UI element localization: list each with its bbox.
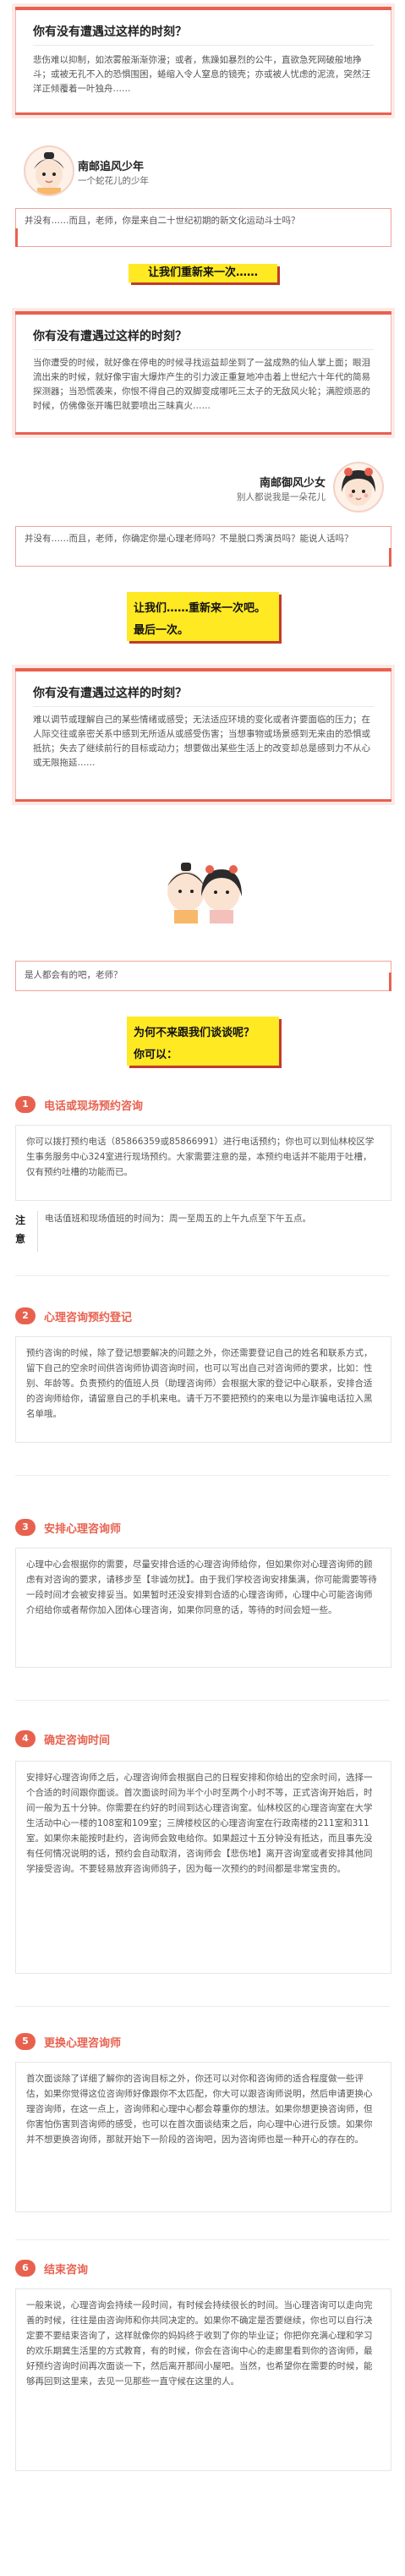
card-separator bbox=[33, 706, 374, 707]
section-number-badge: 2 bbox=[15, 1307, 36, 1324]
section-divider bbox=[15, 1275, 390, 1276]
chat-text: 并没有……而且，老师，你是来自二十世纪初期的新文化运动斗士吗？ bbox=[25, 216, 300, 226]
highlight-banner-2: 让我们……重新来一次吧。 最后一次。 bbox=[127, 592, 279, 641]
section-content-6: 一般来说，心理咨询会持续一段时间，有时候会持续很长的时间。当心理咨询可以走向完善… bbox=[15, 2288, 391, 2471]
section-title: 心理咨询预约登记 bbox=[44, 1312, 133, 1324]
chat-accent-bar bbox=[389, 548, 391, 567]
section-number-badge: 3 bbox=[15, 1519, 36, 1536]
card-title: 你有没有遭遇过这样的时刻？ bbox=[33, 330, 187, 343]
intro-card-1: 你有没有遭遇过这样的时刻？ 悲伤难以抑制，如浓雾般渐渐弥漫；或者，焦躁如暴烈的公… bbox=[15, 7, 391, 115]
card-top-bar bbox=[15, 311, 391, 315]
section-content-5: 首次面谈除了详细了解你的咨询目标之外，你还可以对你和咨询师的适合程度做一些评估，… bbox=[15, 2062, 391, 2212]
chat-bubble-3: 是人都会有的吧，老师？ bbox=[15, 961, 391, 991]
chat-text: 并没有……而且，老师，你确定你是心理老师吗？不是脱口秀演员吗？能说人话吗？ bbox=[25, 534, 353, 544]
section-title: 结束咨询 bbox=[44, 2264, 89, 2277]
couple-illustration-icon bbox=[156, 852, 250, 925]
highlight-line: 为何不来跟我们谈谈呢？ bbox=[134, 1027, 255, 1039]
card-title: 你有没有遭遇过这样的时刻？ bbox=[33, 25, 187, 39]
section-number-badge: 5 bbox=[15, 2033, 36, 2050]
card-body: 当你遭受的时候，就好像在停电的时候寻找运益却坐到了一盆成熟的仙人掌上面；眼泪流出… bbox=[33, 358, 370, 411]
chat-bubble-2: 并没有……而且，老师，你确定你是心理老师吗？不是脱口秀演员吗？能说人话吗？ bbox=[15, 526, 391, 567]
section-body: 首次面谈除了详细了解你的咨询目标之外，你还可以对你和咨询师的适合程度做一些评估，… bbox=[26, 2074, 373, 2145]
section-body: 你可以拨打预约电话（85866359或85866991）进行电话预约；你也可以到… bbox=[26, 1137, 375, 1177]
card-bottom-bar bbox=[15, 432, 391, 435]
persona-subtitle: 一个蛇花儿的少年 bbox=[78, 176, 149, 186]
section-content-1: 你可以拨打预约电话（85866359或85866991）进行电话预约；你也可以到… bbox=[15, 1125, 391, 1201]
chat-accent-bar bbox=[389, 973, 391, 991]
card-title: 你有没有遭遇过这样的时刻？ bbox=[33, 687, 187, 700]
highlight-banner-3: 为何不来跟我们谈谈呢？ 你可以： bbox=[127, 1017, 279, 1066]
section-number-badge: 4 bbox=[15, 1730, 36, 1747]
chat-text: 是人都会有的吧，老师？ bbox=[25, 970, 123, 980]
persona-subtitle: 别人都说我是一朵花儿 bbox=[237, 492, 326, 502]
card-body: 难以调节或理解自己的某些情绪或感受；无法适应环境的变化或者许要面临的压力；在人际… bbox=[33, 715, 370, 768]
card-top-bar bbox=[15, 7, 391, 10]
chat-accent-bar bbox=[15, 228, 18, 247]
section-number-badge: 6 bbox=[15, 2260, 36, 2277]
highlight-banner-1: 让我们重新来一次…… bbox=[129, 264, 277, 282]
highlight-line: 你可以： bbox=[134, 1049, 178, 1061]
boy-avatar-icon bbox=[24, 145, 74, 196]
card-top-bar bbox=[15, 668, 391, 671]
section-title: 更换心理咨询师 bbox=[44, 2037, 122, 2050]
section-title: 电话或现场预约咨询 bbox=[44, 1100, 144, 1113]
section-content-4: 安排好心理咨询师之后，心理咨询师会根据自己的日程安排和你给出的空余时间，选择一个… bbox=[15, 1761, 391, 1974]
section-body: 预约咨询的时候，除了登记想要解决的问题之外，你还需要登记自己的姓名和联系方式，留… bbox=[26, 1348, 373, 1419]
intro-card-3: 你有没有遭遇过这样的时刻？ 难以调节或理解自己的某些情绪或感受；无法适应环境的变… bbox=[15, 668, 391, 802]
intro-card-2: 你有没有遭遇过这样的时刻？ 当你遭受的时候，就好像在停电的时候寻找运益却坐到了一… bbox=[15, 311, 391, 435]
card-bottom-bar bbox=[15, 112, 391, 115]
section-body: 心理中心会根据你的需要，尽量安排合适的心理咨询师给你，但如果你对心理咨询师的顾虑… bbox=[26, 1559, 377, 1615]
note-tag: 注意 bbox=[15, 1214, 26, 1245]
section-divider bbox=[15, 1700, 390, 1701]
section-title: 确定咨询时间 bbox=[44, 1735, 111, 1747]
section-content-3: 心理中心会根据你的需要，尽量安排合适的心理咨询师给你，但如果你对心理咨询师的顾虑… bbox=[15, 1548, 391, 1668]
section-divider bbox=[15, 2239, 390, 2240]
section-body: 一般来说，心理咨询会持续一段时间，有时候会持续很长的时间。当心理咨询可以走向完善… bbox=[26, 2300, 373, 2387]
card-separator bbox=[33, 45, 374, 46]
section-divider bbox=[15, 2006, 390, 2007]
card-separator bbox=[33, 349, 374, 350]
section-number-badge: 1 bbox=[15, 1096, 36, 1113]
section-body: 安排好心理咨询师之后，心理咨询师会根据自己的日程安排和你给出的空余时间，选择一个… bbox=[26, 1773, 373, 1874]
chat-bubble-1: 并没有……而且，老师，你是来自二十世纪初期的新文化运动斗士吗？ bbox=[15, 208, 391, 247]
girl-avatar-icon bbox=[333, 462, 384, 512]
section-title: 安排心理咨询师 bbox=[44, 1523, 122, 1536]
card-body: 悲伤难以抑制，如浓雾般渐渐弥漫；或者，焦躁如暴烈的公牛，直欲急死网破般地挣斗；或… bbox=[33, 55, 370, 94]
highlight-line: 最后一次。 bbox=[134, 624, 189, 637]
highlight-line: 让我们……重新来一次吧。 bbox=[134, 602, 266, 615]
section-divider bbox=[15, 1475, 390, 1476]
card-bottom-bar bbox=[15, 799, 391, 802]
note-text: 电话值班和现场值班的时间为：周一至周五的上午九点至下午五点。 bbox=[37, 1211, 393, 1252]
persona-name: 南邮追风少年 bbox=[78, 161, 145, 173]
section-content-2: 预约咨询的时候，除了登记想要解决的问题之外，你还需要登记自己的姓名和联系方式，留… bbox=[15, 1336, 391, 1443]
persona-name: 南邮御风少女 bbox=[259, 477, 326, 490]
